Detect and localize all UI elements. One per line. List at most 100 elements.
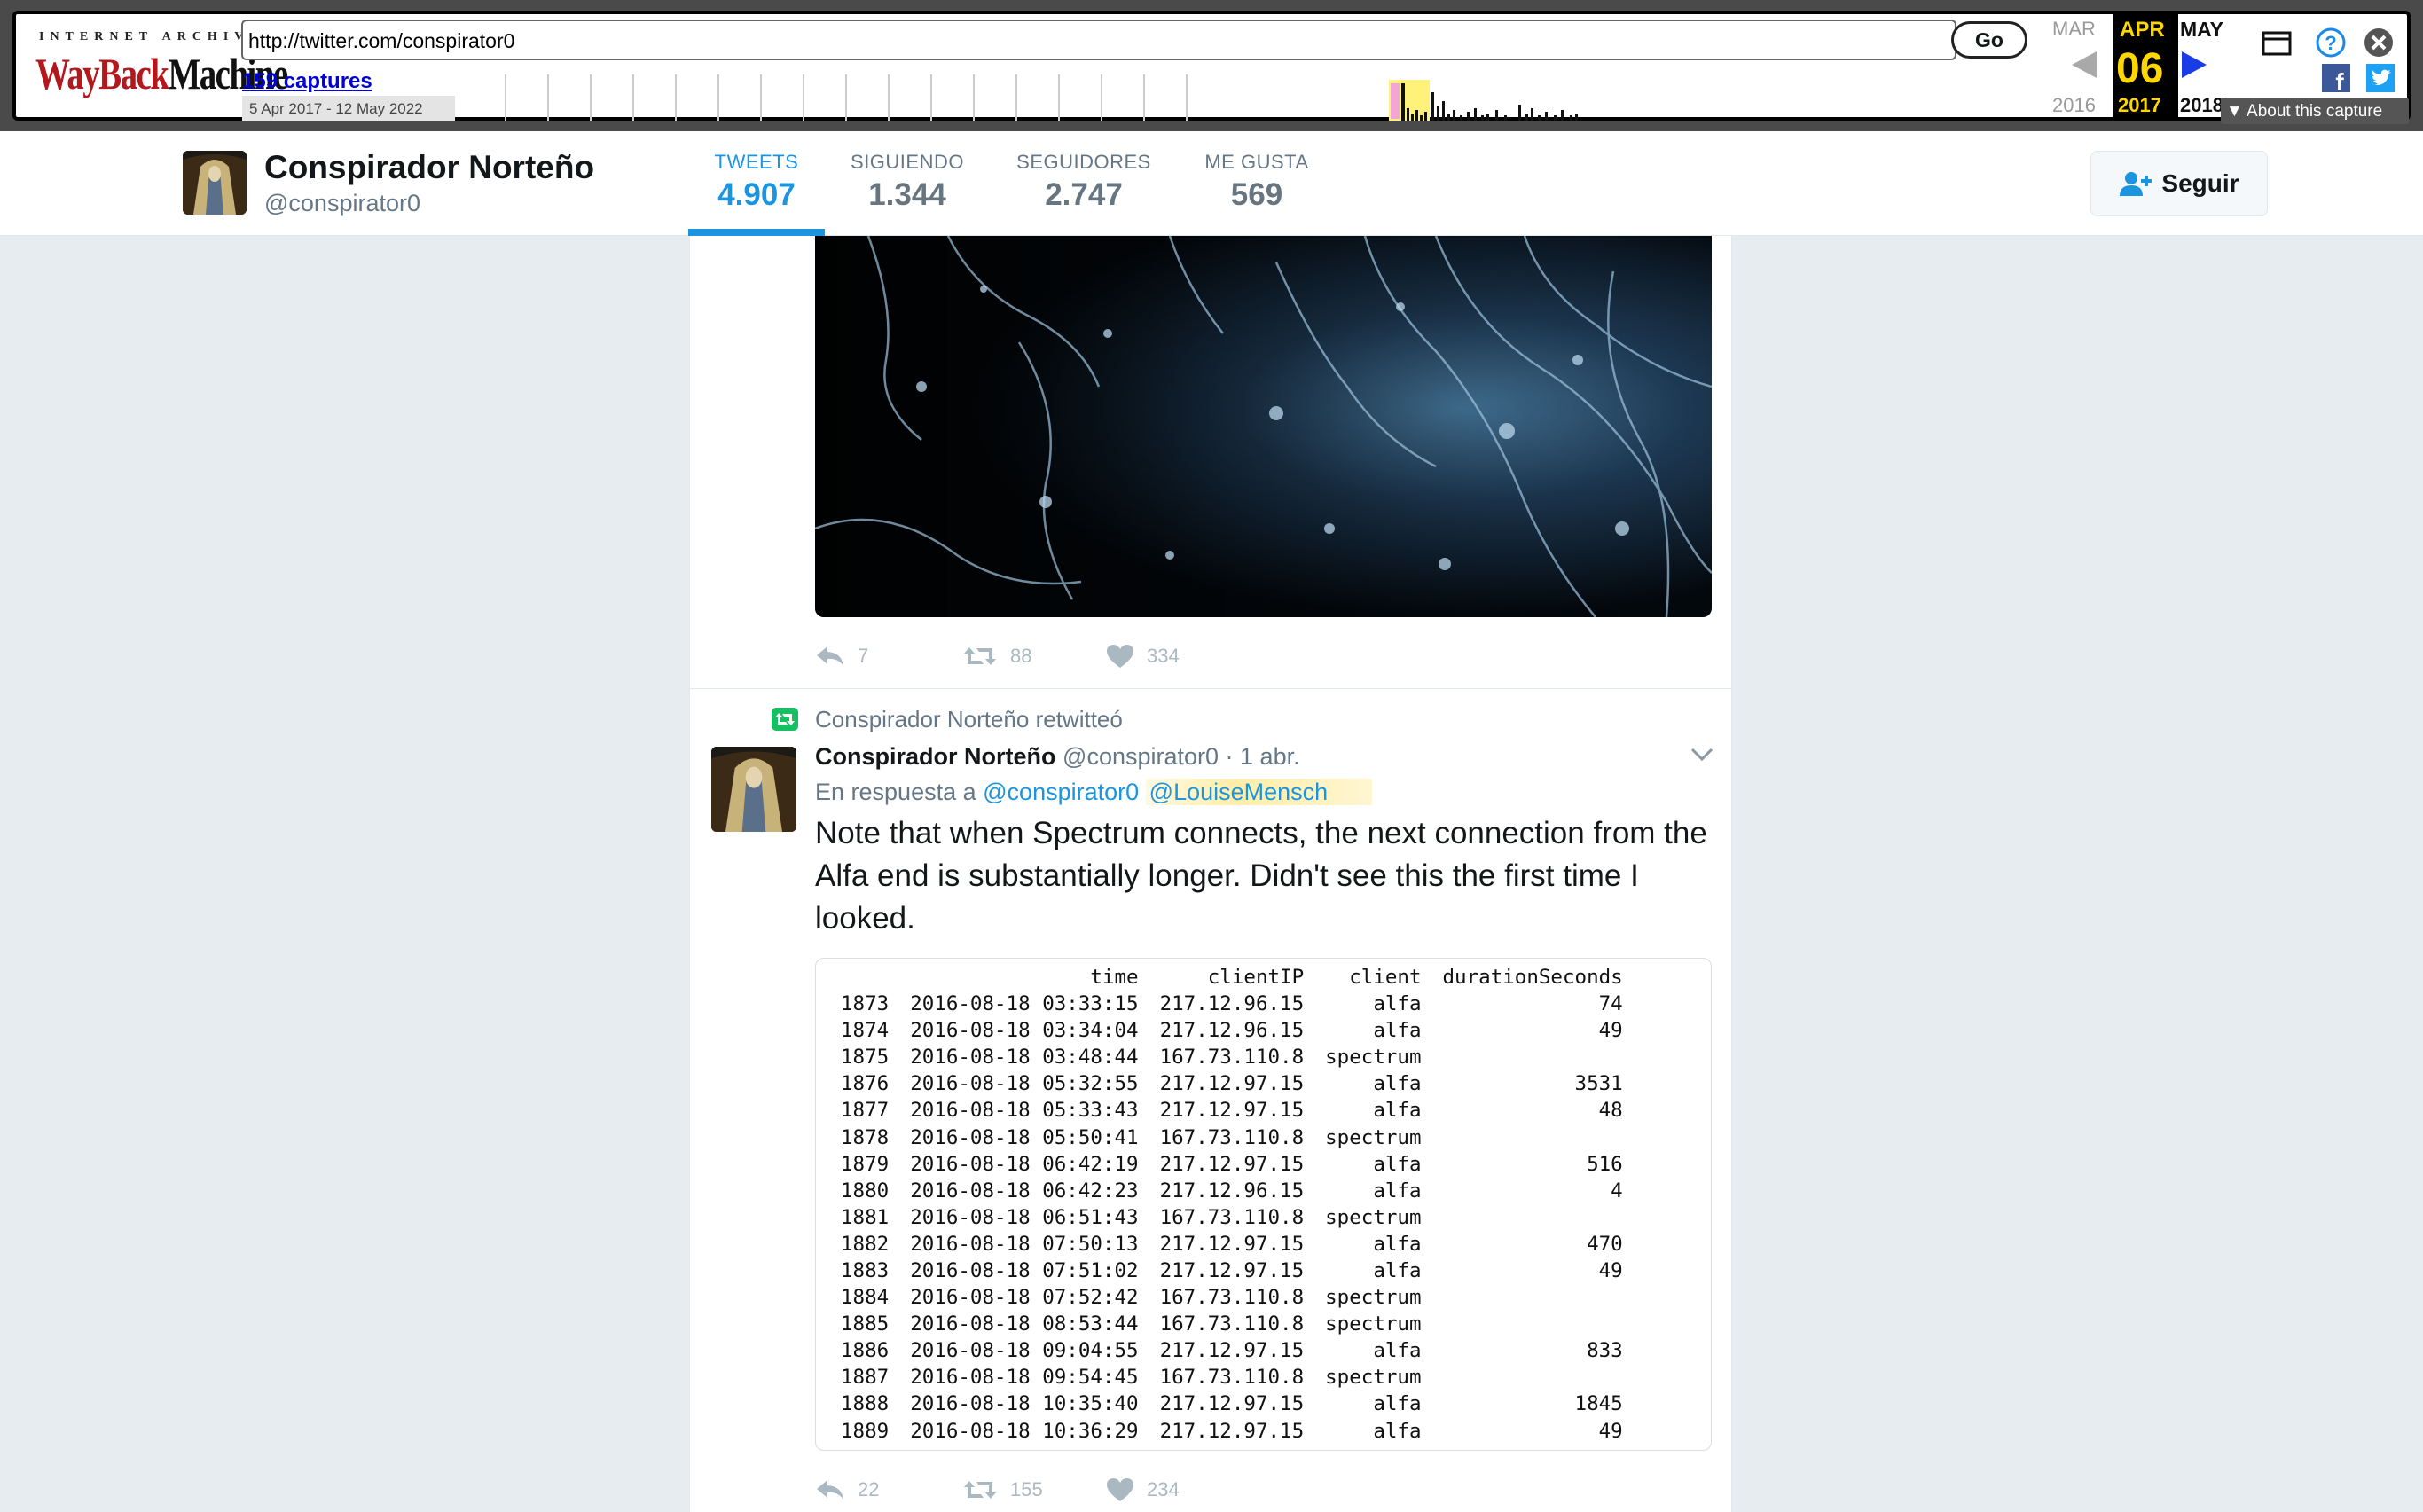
about-capture-button[interactable]: ▼ About this capture: [2221, 98, 2409, 124]
table-cell: 2016-08-18 10:36:29: [910, 1419, 1139, 1443]
table-cell: 2016-08-18 07:50:13: [910, 1232, 1139, 1256]
table-cell: 833: [1587, 1339, 1623, 1363]
retweet-icon: [964, 647, 996, 665]
table-cell: 2016-08-18 05:50:41: [910, 1125, 1139, 1149]
profile-handle[interactable]: @conspirator0: [264, 190, 420, 217]
wayback-next-month[interactable]: MAY: [2180, 18, 2223, 42]
next-capture-icon[interactable]: [2180, 50, 2208, 80]
wayback-captures-link[interactable]: 159 captures: [242, 69, 372, 94]
like-button[interactable]: 334: [1106, 644, 1180, 669]
table-cell: alfa: [1373, 1419, 1422, 1443]
table-cell: 1881: [841, 1205, 890, 1229]
caret-down-icon: ▼: [2226, 102, 2247, 121]
table-cell: 2016-08-18 07:51:02: [910, 1258, 1139, 1282]
wayback-url-input[interactable]: http://twitter.com/conspirator0: [241, 20, 1956, 60]
table-cell: 217.12.97.15: [1159, 1339, 1305, 1363]
prev-capture-icon[interactable]: [2070, 50, 2098, 80]
tweet-author-handle[interactable]: @conspirator0: [1063, 743, 1219, 770]
reply-button[interactable]: 22: [815, 1478, 962, 1501]
avatar[interactable]: [711, 747, 796, 832]
mention-link[interactable]: @LouiseMensch: [1145, 779, 1373, 805]
table-cell: 2016-08-18 03:33:15: [910, 992, 1139, 1016]
mention-link[interactable]: @conspirator0: [983, 779, 1139, 805]
tab-likes[interactable]: ME GUSTA 569: [1190, 151, 1323, 213]
tab-followers[interactable]: SEGUIDORES 2.747: [1002, 151, 1165, 213]
table-cell: 167.73.110.8: [1159, 1125, 1305, 1149]
table-cell: 217.12.97.15: [1159, 1072, 1305, 1096]
wayback-current-month: APR: [2120, 18, 2165, 42]
table-cell: 2016-08-18 09:04:55: [910, 1339, 1139, 1363]
table-cell: 1889: [841, 1419, 890, 1443]
table-row: 1887 2016-08-18 09:54:45 167.73.110.8 spect…: [828, 1364, 1623, 1391]
table-cell: 1887: [841, 1366, 890, 1390]
tweet-author-name[interactable]: Conspirador Norteño: [815, 743, 1056, 770]
wayback-go-button[interactable]: Go: [1951, 21, 2027, 59]
table-cell: 49: [1598, 1258, 1623, 1282]
table-cell: 1878: [841, 1125, 890, 1149]
table-cell: 49: [1598, 1419, 1623, 1443]
avatar-image: [711, 747, 796, 832]
wayback-sparkline[interactable]: [456, 74, 1632, 121]
table-cell: alfa: [1373, 1179, 1422, 1203]
add-user-icon: [2120, 172, 2152, 196]
table-cell: alfa: [1373, 1152, 1422, 1176]
table-cell: alfa: [1373, 1339, 1422, 1363]
table-cell: 3531: [1574, 1072, 1623, 1096]
column-header: durationSeconds: [1442, 966, 1623, 989]
table-cell: 1874: [841, 1019, 890, 1043]
retweet-button[interactable]: 155: [962, 1478, 1106, 1501]
table-cell: 49: [1598, 1019, 1623, 1043]
table-cell: 1886: [841, 1339, 890, 1363]
tweet-media-image[interactable]: time clientIP client durationSeconds 187…: [815, 958, 1712, 1451]
close-icon[interactable]: [2363, 27, 2395, 59]
facebook-icon[interactable]: f: [2322, 64, 2350, 92]
timeline: 7 88 334 Conspirador Norteño retwitteó C…: [689, 236, 1732, 1512]
avatar[interactable]: [183, 151, 247, 215]
tab-tweets[interactable]: TWEETS 4.907: [688, 151, 825, 213]
wayback-next-year[interactable]: 2018: [2180, 94, 2223, 117]
retweet-context[interactable]: Conspirador Norteño retwitteó: [815, 706, 1123, 733]
table-cell: 1879: [841, 1152, 890, 1176]
table-cell: 2016-08-18 07:52:42: [910, 1286, 1139, 1310]
table-cell: 1875: [841, 1046, 890, 1069]
table-cell: 1877: [841, 1099, 890, 1123]
active-tab-indicator: [688, 229, 825, 236]
column-header: client: [1349, 966, 1422, 989]
retweet-button[interactable]: 88: [962, 645, 1106, 668]
table-row: 1875 2016-08-18 03:48:44 167.73.110.8 spect…: [828, 1044, 1623, 1070]
table-cell: alfa: [1373, 1232, 1422, 1256]
table-cell: alfa: [1373, 1258, 1422, 1282]
table-cell: 1873: [841, 992, 890, 1016]
twitter-share-icon[interactable]: [2366, 64, 2395, 92]
table-cell: 2016-08-18 03:34:04: [910, 1019, 1139, 1043]
tab-following[interactable]: SIGUIENDO 1.344: [839, 151, 976, 213]
wayback-toolbar: INTERNET ARCHIVE WayBackMachine http://t…: [0, 0, 2423, 131]
follow-button[interactable]: Seguir: [2090, 151, 2268, 216]
table-cell: 167.73.110.8: [1159, 1366, 1305, 1390]
tweet-timestamp[interactable]: · 1 abr.: [1226, 743, 1300, 770]
profile-name[interactable]: Conspirador Norteño: [264, 149, 594, 186]
wayback-bar: INTERNET ARCHIVE WayBackMachine http://t…: [12, 11, 2411, 124]
table-row: 1886 2016-08-18 09:04:55 217.12.97.15 alfa 8…: [828, 1337, 1623, 1364]
table-row: 1876 2016-08-18 05:32:55 217.12.97.15 alfa 3…: [828, 1070, 1623, 1097]
table-cell: spectrum: [1325, 1286, 1422, 1310]
wayback-capture-range: 5 Apr 2017 - 12 May 2022: [242, 96, 455, 121]
svg-text:f: f: [2335, 68, 2344, 92]
calendar-icon[interactable]: [2262, 30, 2292, 57]
wayback-prev-year[interactable]: 2016: [2052, 94, 2096, 117]
chevron-down-icon[interactable]: [1690, 747, 1713, 763]
table-cell: 1888: [841, 1392, 890, 1416]
column-header: time: [1090, 966, 1139, 989]
tweet-media-image[interactable]: [815, 236, 1712, 617]
table-cell: alfa: [1373, 1099, 1422, 1123]
wayback-current-day: 06: [2116, 45, 2164, 92]
table-row: 1879 2016-08-18 06:42:19 217.12.97.15 alfa 5…: [828, 1151, 1623, 1178]
reply-icon: [817, 646, 843, 666]
wayback-prev-month[interactable]: MAR: [2052, 18, 2096, 41]
reply-button[interactable]: 7: [815, 645, 962, 668]
table-cell: 2016-08-18 10:35:40: [910, 1392, 1139, 1416]
like-button[interactable]: 234: [1106, 1477, 1180, 1502]
tweet-header: Conspirador Norteño @conspirator0 · 1 ab…: [815, 743, 1300, 771]
help-icon[interactable]: ?: [2315, 27, 2347, 59]
table-cell: [1422, 1311, 1623, 1337]
